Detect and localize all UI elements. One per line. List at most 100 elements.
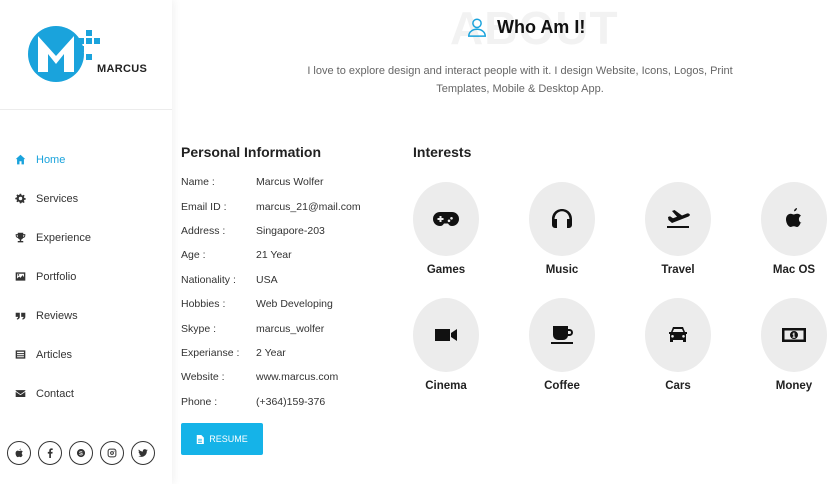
section-title: Who Am I! (466, 16, 585, 38)
nav-label: Services (36, 192, 79, 205)
brand-logo[interactable]: MARCUS (26, 18, 148, 90)
apple-social-button[interactable] (7, 441, 31, 465)
gamepad-icon (433, 212, 459, 226)
car-icon (669, 327, 687, 342)
interest-label: Mac OS (772, 264, 816, 276)
video-camera-icon (435, 329, 457, 341)
info-label: Experianse : (181, 346, 240, 359)
info-row-name: Name : Marcus Wolfer (181, 170, 361, 194)
nav-label: Reviews (36, 309, 78, 322)
interest-circle (413, 298, 479, 372)
user-icon (468, 18, 486, 37)
document-icon (197, 434, 205, 444)
nav-item-experience[interactable]: Experience (0, 218, 172, 257)
interest-cars[interactable]: Cars (645, 298, 711, 392)
info-value: 2 Year (256, 346, 286, 359)
info-value: marcus_21@mail.com (256, 200, 361, 213)
interest-circle (529, 298, 595, 372)
info-label: Skype : (181, 322, 217, 335)
apple-icon (786, 208, 802, 227)
envelope-icon (14, 388, 26, 400)
info-label: Hobbies : (181, 298, 226, 311)
info-value: (+364)159-376 (256, 395, 326, 408)
plane-icon (667, 210, 690, 228)
quote-icon (14, 310, 26, 322)
nav-label: Portfolio (36, 270, 77, 283)
brand-name: MARCUS (97, 63, 148, 75)
info-value: Web Developing (256, 298, 333, 311)
info-row-email: Email ID : marcus_21@mail.com (181, 194, 361, 218)
nav-item-reviews[interactable]: Reviews (0, 296, 172, 335)
interest-label: Cars (665, 380, 691, 392)
interest-macos[interactable]: Mac OS (761, 182, 827, 276)
interest-cinema[interactable]: Cinema (413, 298, 479, 392)
instagram-icon (107, 448, 117, 458)
list-icon (14, 349, 26, 361)
money-icon (782, 328, 806, 342)
interest-travel[interactable]: Travel (645, 182, 711, 276)
interest-music[interactable]: Music (529, 182, 595, 276)
info-row-hobbies: Hobbies : Web Developing (181, 292, 361, 316)
facebook-social-button[interactable] (38, 441, 62, 465)
info-label: Name : (181, 176, 215, 189)
main-nav: Home Services Experience Portfolio Revie… (0, 140, 172, 413)
info-row-age: Age : 21 Year (181, 243, 361, 267)
interest-circle (761, 298, 827, 372)
interest-label: Travel (661, 264, 695, 276)
resume-label: RESUME (209, 434, 248, 444)
nav-label: Articles (36, 348, 73, 361)
page-title: Who Am I! (497, 16, 586, 37)
headphones-icon (552, 209, 572, 228)
info-label: Email ID : (181, 200, 227, 213)
sidebar: MARCUS Home Services Experience Portfoli… (0, 0, 172, 484)
info-value: Marcus Wolfer (256, 176, 324, 189)
info-value: Singapore-203 (256, 224, 325, 237)
info-label: Address : (181, 224, 226, 237)
interest-label: Coffee (544, 380, 580, 392)
info-label: Age : (181, 249, 206, 262)
interest-circle (761, 182, 827, 256)
personal-info-title: Personal Information (181, 144, 322, 160)
nav-item-articles[interactable]: Articles (0, 335, 172, 374)
nav-item-contact[interactable]: Contact (0, 374, 172, 413)
interest-label: Music (545, 264, 579, 276)
info-label: Website : (181, 371, 225, 384)
info-value: 21 Year (256, 249, 292, 262)
image-icon (14, 271, 26, 283)
interests-title: Interests (413, 144, 472, 160)
interest-circle (645, 298, 711, 372)
info-row-website: Website : www.marcus.com (181, 365, 361, 389)
interest-games[interactable]: Games (413, 182, 479, 276)
twitter-social-button[interactable] (131, 441, 155, 465)
info-row-phone: Phone : (+364)159-376 (181, 390, 361, 414)
resume-button[interactable]: RESUME (181, 423, 263, 455)
logo-mark-icon (28, 26, 100, 82)
info-value: marcus_wolfer (256, 322, 325, 335)
social-links (7, 441, 155, 465)
info-row-skype: Skype : marcus_wolfer (181, 316, 361, 340)
home-icon (14, 154, 26, 166)
instagram-social-button[interactable] (100, 441, 124, 465)
nav-item-home[interactable]: Home (0, 140, 172, 179)
twitter-icon (138, 449, 148, 457)
info-row-experience: Experianse : 2 Year (181, 341, 361, 365)
nav-label: Experience (36, 231, 92, 244)
gear-icon (14, 193, 26, 205)
interest-coffee[interactable]: Coffee (529, 298, 595, 392)
interest-label: Cinema (425, 380, 467, 392)
interest-label: Games (426, 264, 466, 276)
interest-circle (413, 182, 479, 256)
coffee-cup-icon (551, 326, 573, 344)
intro-text: I love to explore design and interact pe… (307, 65, 733, 95)
nav-label: Contact (36, 387, 74, 400)
nav-item-portfolio[interactable]: Portfolio (0, 257, 172, 296)
info-row-address: Address : Singapore-203 (181, 219, 361, 243)
sidebar-divider (0, 109, 172, 110)
skype-social-button[interactable] (69, 441, 93, 465)
apple-icon (15, 448, 24, 458)
interest-money[interactable]: Money (761, 298, 827, 392)
interest-circle (529, 182, 595, 256)
interest-label: Money (775, 380, 813, 392)
personal-info-list: Name : Marcus Wolfer Email ID : marcus_21@… (181, 170, 361, 414)
nav-item-services[interactable]: Services (0, 179, 172, 218)
